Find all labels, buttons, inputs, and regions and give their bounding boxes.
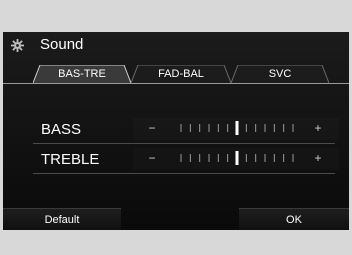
default-button[interactable]: Default <box>3 209 121 230</box>
slider-tick <box>264 154 266 162</box>
slider-tick <box>292 154 294 162</box>
slider-thumb <box>235 151 239 165</box>
bass-increase-button[interactable]: + <box>311 120 325 136</box>
slider-tick <box>292 124 294 132</box>
sound-settings-screen: Sound BAS-TRE FAD-BAL SVC BASS − + TREBL… <box>3 32 349 230</box>
title-bar: Sound <box>3 32 349 59</box>
slider-tick <box>199 154 201 162</box>
slider-tick <box>264 124 266 132</box>
row-divider <box>33 173 335 174</box>
gear-icon <box>11 39 24 52</box>
tab-svc[interactable]: SVC <box>231 65 329 83</box>
bass-level-slider[interactable] <box>179 121 295 135</box>
ok-button[interactable]: OK <box>239 209 349 230</box>
tab-underline <box>3 83 349 84</box>
slider-tick <box>180 154 182 162</box>
slider-tick <box>180 124 182 132</box>
bass-label: BASS <box>41 121 82 138</box>
slider-tick <box>273 124 275 132</box>
tab-label: SVC <box>268 68 292 80</box>
tab-fad-bal[interactable]: FAD-BAL <box>131 65 231 83</box>
tab-label: BAS-TRE <box>58 68 106 80</box>
bass-decrease-button[interactable]: − <box>145 120 159 136</box>
tab-bas-tre[interactable]: BAS-TRE <box>33 65 131 83</box>
slider-tick <box>283 124 285 132</box>
slider-tick <box>255 124 257 132</box>
treble-level-slider[interactable] <box>179 151 295 165</box>
page-title: Sound <box>40 36 84 53</box>
slider-tick <box>245 154 247 162</box>
slider-tick <box>217 124 219 132</box>
slider-tick <box>199 124 201 132</box>
slider-tick <box>208 154 210 162</box>
slider-tick <box>273 154 275 162</box>
slider-tick <box>208 124 210 132</box>
tab-bar: BAS-TRE FAD-BAL SVC <box>3 59 349 84</box>
slider-tick <box>217 154 219 162</box>
slider-tick <box>227 124 229 132</box>
treble-control: TREBLE − + <box>33 144 335 174</box>
slider-tick <box>189 124 191 132</box>
slider-tick <box>245 124 247 132</box>
bass-control: BASS − + <box>33 114 335 144</box>
slider-tick <box>255 154 257 162</box>
slider-tick <box>189 154 191 162</box>
treble-increase-button[interactable]: + <box>311 150 325 166</box>
tab-label: FAD-BAL <box>158 68 204 80</box>
treble-decrease-button[interactable]: − <box>145 150 159 166</box>
treble-label: TREBLE <box>41 151 100 168</box>
slider-tick <box>283 154 285 162</box>
slider-tick <box>227 154 229 162</box>
slider-thumb <box>235 121 239 135</box>
